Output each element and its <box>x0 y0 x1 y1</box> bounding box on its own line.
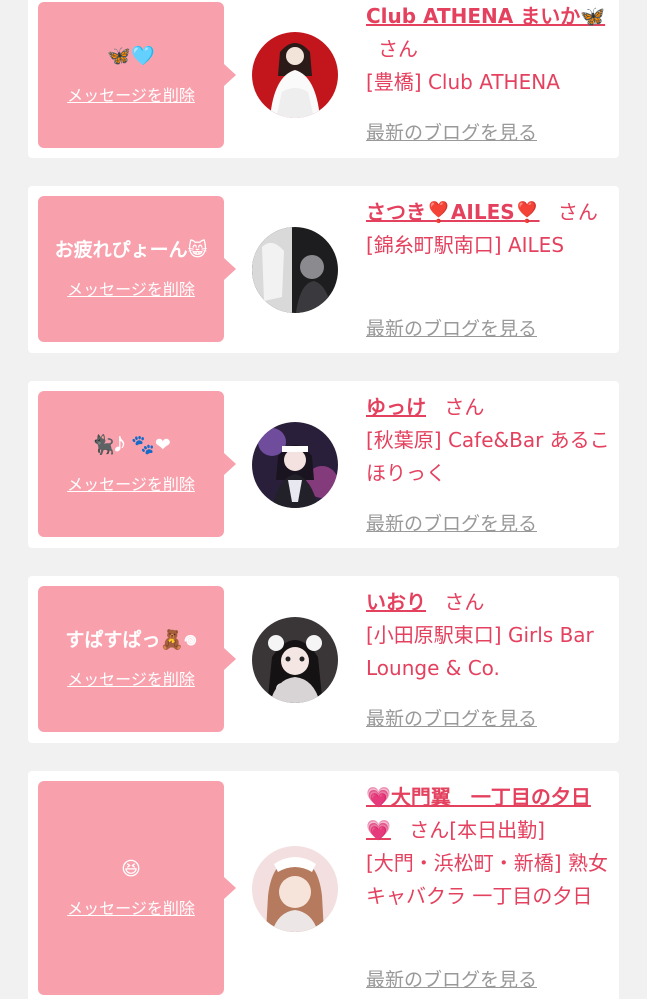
shop-name: [大門・浜松町・新橋] 熟女キャバクラ 一丁目の夕日 <box>366 851 608 908</box>
avatar[interactable] <box>252 617 338 703</box>
status-suffix: [本日出勤] <box>449 818 545 842</box>
message-text: 😆 <box>121 857 141 880</box>
latest-blog-link[interactable]: 最新のブログを見る <box>366 509 537 536</box>
honorific: さん <box>557 200 598 224</box>
delete-message-link[interactable]: メッセージを削除 <box>67 82 195 106</box>
latest-blog-link[interactable]: 最新のブログを見る <box>366 704 537 731</box>
sender-name-link[interactable]: ゆっけ <box>366 395 426 419</box>
avatar[interactable] <box>252 227 338 313</box>
shop-name: [錦糸町駅南口] AILES <box>366 233 565 257</box>
message-text: 🐈‍⬛𝅘𝅥𝅮 🐾❤ <box>91 433 171 456</box>
sender-info: さつき❣️AILES❣️ さん [錦糸町駅南口] AILES <box>366 196 612 262</box>
honorific: さん <box>444 590 485 614</box>
sender-info: 💗大門翼 一丁目の夕日💗 さん[本日出勤] [大門・浜松町・新橋] 熟女キャバク… <box>366 781 612 913</box>
message-card: すぱすぱっ🧸𖦹 メッセージを削除 いおり さん [小田原駅東口] Girls B… <box>28 576 619 743</box>
delete-message-link[interactable]: メッセージを削除 <box>67 666 195 690</box>
message-card: お疲れぴょーん😸 メッセージを削除 さつき❣️AILES❣️ さん [錦糸町駅南… <box>28 186 619 353</box>
latest-blog-link[interactable]: 最新のブログを見る <box>366 965 537 992</box>
message-card: 😆 メッセージを削除 💗大門翼 一丁目の夕日💗 さん[本日出勤] [大門・浜松町… <box>28 771 619 999</box>
message-bubble: すぱすぱっ🧸𖦹 メッセージを削除 <box>38 586 236 732</box>
avatar[interactable] <box>252 422 338 508</box>
sender-name-link[interactable]: いおり <box>366 590 426 614</box>
message-bubble: 🦋🩵 メッセージを削除 <box>38 2 236 148</box>
message-text: 🦋🩵 <box>107 44 155 67</box>
delete-message-link[interactable]: メッセージを削除 <box>67 895 195 919</box>
honorific: さん <box>378 37 418 61</box>
shop-name: [小田原駅東口] Girls Bar Lounge & Co. <box>366 623 594 680</box>
avatar[interactable] <box>252 846 338 932</box>
message-card: 🦋🩵 メッセージを削除 Club ATHENA まいか🦋 さん [豊橋] Clu… <box>28 0 619 158</box>
sender-info: Club ATHENA まいか🦋 さん [豊橋] Club ATHENA <box>366 0 612 99</box>
avatar[interactable] <box>252 32 338 118</box>
shop-name: [秋葉原] Cafe&Bar あるこほりっく <box>366 428 610 485</box>
honorific: さん <box>409 818 450 842</box>
sender-info: ゆっけ さん [秋葉原] Cafe&Bar あるこほりっく <box>366 391 612 490</box>
message-bubble: お疲れぴょーん😸 メッセージを削除 <box>38 196 236 342</box>
message-bubble: 🐈‍⬛𝅘𝅥𝅮 🐾❤ メッセージを削除 <box>38 391 236 537</box>
delete-message-link[interactable]: メッセージを削除 <box>67 276 195 300</box>
sender-name-link[interactable]: Club ATHENA まいか🦋 <box>366 4 605 28</box>
latest-blog-link[interactable]: 最新のブログを見る <box>366 314 537 341</box>
message-text: すぱすぱっ🧸𖦹 <box>65 628 197 651</box>
sender-info: いおり さん [小田原駅東口] Girls Bar Lounge & Co. <box>366 586 612 685</box>
message-text: お疲れぴょーん😸 <box>54 238 208 261</box>
honorific: さん <box>444 395 485 419</box>
message-bubble: 😆 メッセージを削除 <box>38 781 236 995</box>
shop-name: [豊橋] Club ATHENA <box>366 70 560 94</box>
latest-blog-link[interactable]: 最新のブログを見る <box>366 118 537 145</box>
sender-name-link[interactable]: さつき❣️AILES❣️ <box>366 200 540 224</box>
delete-message-link[interactable]: メッセージを削除 <box>67 471 195 495</box>
message-card: 🐈‍⬛𝅘𝅥𝅮 🐾❤ メッセージを削除 ゆっけ さん [秋葉原] Cafe&Bar… <box>28 381 619 548</box>
